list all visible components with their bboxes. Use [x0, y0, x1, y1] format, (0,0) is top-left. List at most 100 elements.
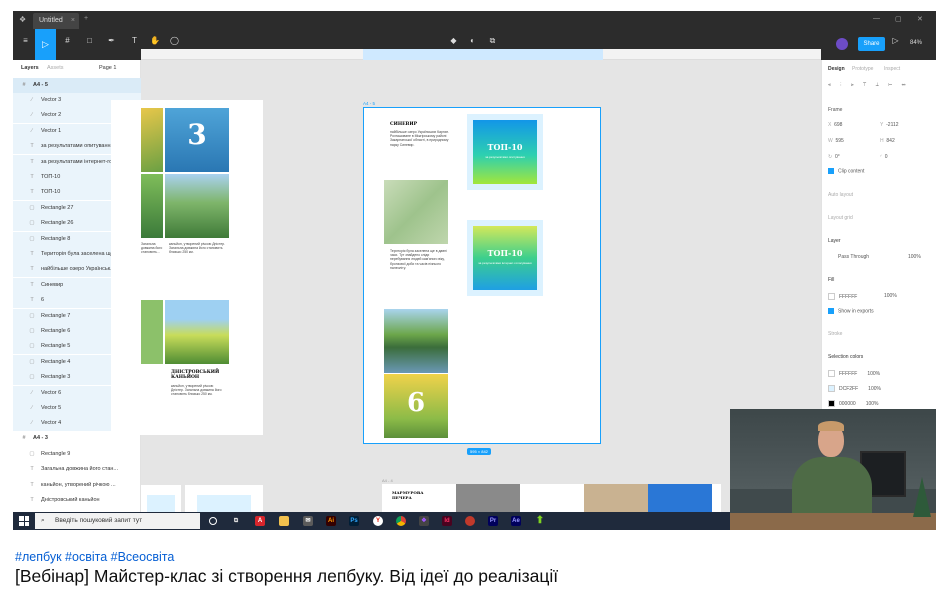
- image-meadow: [165, 300, 229, 364]
- minimize-icon[interactable]: —: [873, 15, 880, 22]
- upload-app-icon[interactable]: ⬆: [535, 516, 545, 526]
- video-hashtags[interactable]: #лепбук #освіта #Всеосвіта: [15, 550, 174, 564]
- fill-opacity[interactable]: 100%: [884, 293, 897, 299]
- layer-item[interactable]: ▢ Rectangle 9: [13, 447, 141, 462]
- y-field[interactable]: Y -2112: [880, 122, 899, 128]
- share-button[interactable]: Share: [858, 37, 885, 51]
- layers-tab[interactable]: Layers: [21, 65, 39, 71]
- top10-b-title: ТОП-10: [487, 248, 523, 258]
- rectangle-layer-icon: ▢: [29, 204, 35, 211]
- figma-logo-icon[interactable]: ❖: [19, 15, 27, 25]
- close-window-icon[interactable]: ✕: [917, 15, 923, 23]
- pdf-app-icon[interactable]: A: [255, 516, 265, 526]
- rectangle-layer-icon: ▢: [29, 312, 35, 319]
- inspect-tab[interactable]: Inspect: [884, 66, 900, 72]
- prototype-tab[interactable]: Prototype: [852, 66, 873, 72]
- canyon-desc-col1: Загальна довжина його становить...: [141, 242, 163, 255]
- show-exports-checkbox[interactable]: Show in exports: [828, 308, 874, 314]
- fill-hex[interactable]: FFFFFF: [828, 293, 857, 300]
- layout-grid[interactable]: Layout grid: [828, 215, 853, 221]
- zoom-level[interactable]: 84%: [910, 40, 922, 46]
- folder-app-icon[interactable]: [279, 516, 289, 526]
- main-menu-icon[interactable]: ≡: [21, 36, 30, 45]
- hand-tool-icon[interactable]: ✋: [150, 36, 160, 45]
- frame-label: A4 - 5: [363, 101, 376, 106]
- shape-tool-icon[interactable]: □: [85, 36, 94, 45]
- image-lake: [384, 309, 448, 373]
- indesign-app-icon[interactable]: Id: [442, 516, 452, 526]
- frame-tool-icon[interactable]: #: [63, 36, 72, 45]
- close-tab-icon[interactable]: ×: [71, 17, 75, 24]
- top10-a-sub: за результатами опитування: [485, 155, 525, 159]
- photoshop-app-icon[interactable]: Ps: [349, 516, 359, 526]
- layer-name: 6: [41, 297, 45, 304]
- auto-layout[interactable]: Auto layout: [828, 192, 853, 198]
- layer-item[interactable]: T Дністровський каньйон: [13, 493, 141, 508]
- frame-a4-4-bottom[interactable]: МАРМУРОВА ПЕЧЕРА: [382, 484, 721, 512]
- number-6: 6: [406, 388, 426, 418]
- top10-card-a[interactable]: ТОП-10 за результатами опитування: [473, 120, 537, 184]
- x-field[interactable]: X 698: [828, 122, 842, 128]
- taskbar-search[interactable]: ⌕ Введіть пошуковий запит тут: [35, 513, 200, 529]
- component-icon[interactable]: ◆: [449, 36, 458, 45]
- layer-name: ТОП-10: [41, 189, 61, 196]
- stroke-label[interactable]: Stroke: [828, 331, 842, 337]
- page-selector[interactable]: Page 1: [99, 65, 116, 71]
- layer-name: Rectangle 6: [41, 328, 71, 334]
- move-tool-button[interactable]: ▷: [35, 29, 56, 60]
- layer-name: Rectangle 4: [41, 358, 71, 365]
- design-tab[interactable]: Design: [828, 66, 845, 72]
- color-row-2[interactable]: DCF2FF 100%: [828, 385, 881, 392]
- present-icon[interactable]: ▷: [891, 36, 900, 45]
- align-tools[interactable]: ⫷ ⫶ ⫸ ⊤ ⊥ ⊢ ⇹: [828, 82, 910, 88]
- maximize-icon[interactable]: ▢: [895, 15, 902, 23]
- map-image: [384, 180, 448, 244]
- new-tab-icon[interactable]: +: [84, 15, 88, 22]
- comment-tool-icon[interactable]: ◯: [170, 36, 179, 45]
- cortana-icon[interactable]: [209, 517, 217, 525]
- layer-item[interactable]: Tканьйон, утворений річкою ...: [13, 478, 141, 493]
- frame-bottom-mid[interactable]: [185, 485, 263, 512]
- layer-frame-a4-5[interactable]: # A4 - 5: [13, 78, 141, 93]
- file-tab[interactable]: Untitled ×: [33, 13, 79, 29]
- dnister-desc: каньйон, утворений річкою Дністер. Загал…: [171, 384, 222, 397]
- layer-opacity[interactable]: 100%: [908, 254, 921, 260]
- frame-a4-5[interactable]: СИНЕВИР найбільше озеро Українських Карп…: [363, 107, 601, 444]
- h-field[interactable]: H 842: [880, 138, 895, 144]
- windows-start-icon[interactable]: [19, 516, 29, 526]
- user-avatar[interactable]: [836, 38, 848, 50]
- layer-name: каньйон, утворений річкою ...: [41, 481, 116, 488]
- color-row-1[interactable]: FFFFFF 100%: [828, 370, 880, 377]
- boolean-icon[interactable]: ⧉: [488, 36, 497, 45]
- mail-app-icon[interactable]: ✉: [303, 516, 313, 526]
- pen-tool-icon[interactable]: ✒: [107, 36, 116, 45]
- radius-field[interactable]: ◜ 0: [880, 154, 888, 160]
- rotation-field[interactable]: ↻ 0°: [828, 154, 840, 160]
- figma-app-icon[interactable]: ❖: [419, 516, 429, 526]
- text-layer-icon: T: [30, 174, 34, 180]
- clip-content-checkbox[interactable]: Clip content: [828, 168, 864, 174]
- vector-layer-icon: ∕: [31, 405, 33, 411]
- task-view-icon[interactable]: ⧉: [231, 516, 241, 526]
- layer-item[interactable]: T Загальна довжина його стан...: [13, 462, 141, 477]
- text-layer-icon: T: [30, 143, 34, 150]
- text-tool-icon[interactable]: T: [130, 36, 139, 45]
- frame-bottom-left[interactable]: [141, 485, 181, 512]
- top10-card-b[interactable]: ТОП-10 за результатами інтернет-голосува…: [473, 226, 537, 290]
- design-canvas[interactable]: 3 Загальна довжина його становить... кан…: [111, 60, 821, 512]
- color-row-3[interactable]: 000000 100%: [828, 400, 878, 407]
- mask-icon[interactable]: ◐: [468, 36, 477, 45]
- aftereffects-app-icon[interactable]: Ae: [511, 516, 521, 526]
- layer-name: Дністровський каньйон: [41, 497, 100, 504]
- yandex-browser-icon[interactable]: Y: [373, 516, 383, 526]
- chrome-app-icon[interactable]: [396, 516, 406, 526]
- recorder-app-icon[interactable]: [465, 516, 475, 526]
- frame-section-label: Frame: [828, 107, 843, 113]
- blend-mode[interactable]: Pass Through: [838, 254, 869, 260]
- video-player[interactable]: ❖ Untitled × + — ▢ ✕ ≡ ▷ # □ ✒ T ✋ ◯ ◆ ◐…: [13, 11, 936, 530]
- illustrator-app-icon[interactable]: Ai: [326, 516, 336, 526]
- premiere-app-icon[interactable]: Pr: [488, 516, 498, 526]
- frame-a4-4[interactable]: 3 Загальна довжина його становить... кан…: [111, 100, 263, 435]
- w-field[interactable]: W 595: [828, 138, 844, 144]
- assets-tab[interactable]: Assets: [47, 65, 64, 71]
